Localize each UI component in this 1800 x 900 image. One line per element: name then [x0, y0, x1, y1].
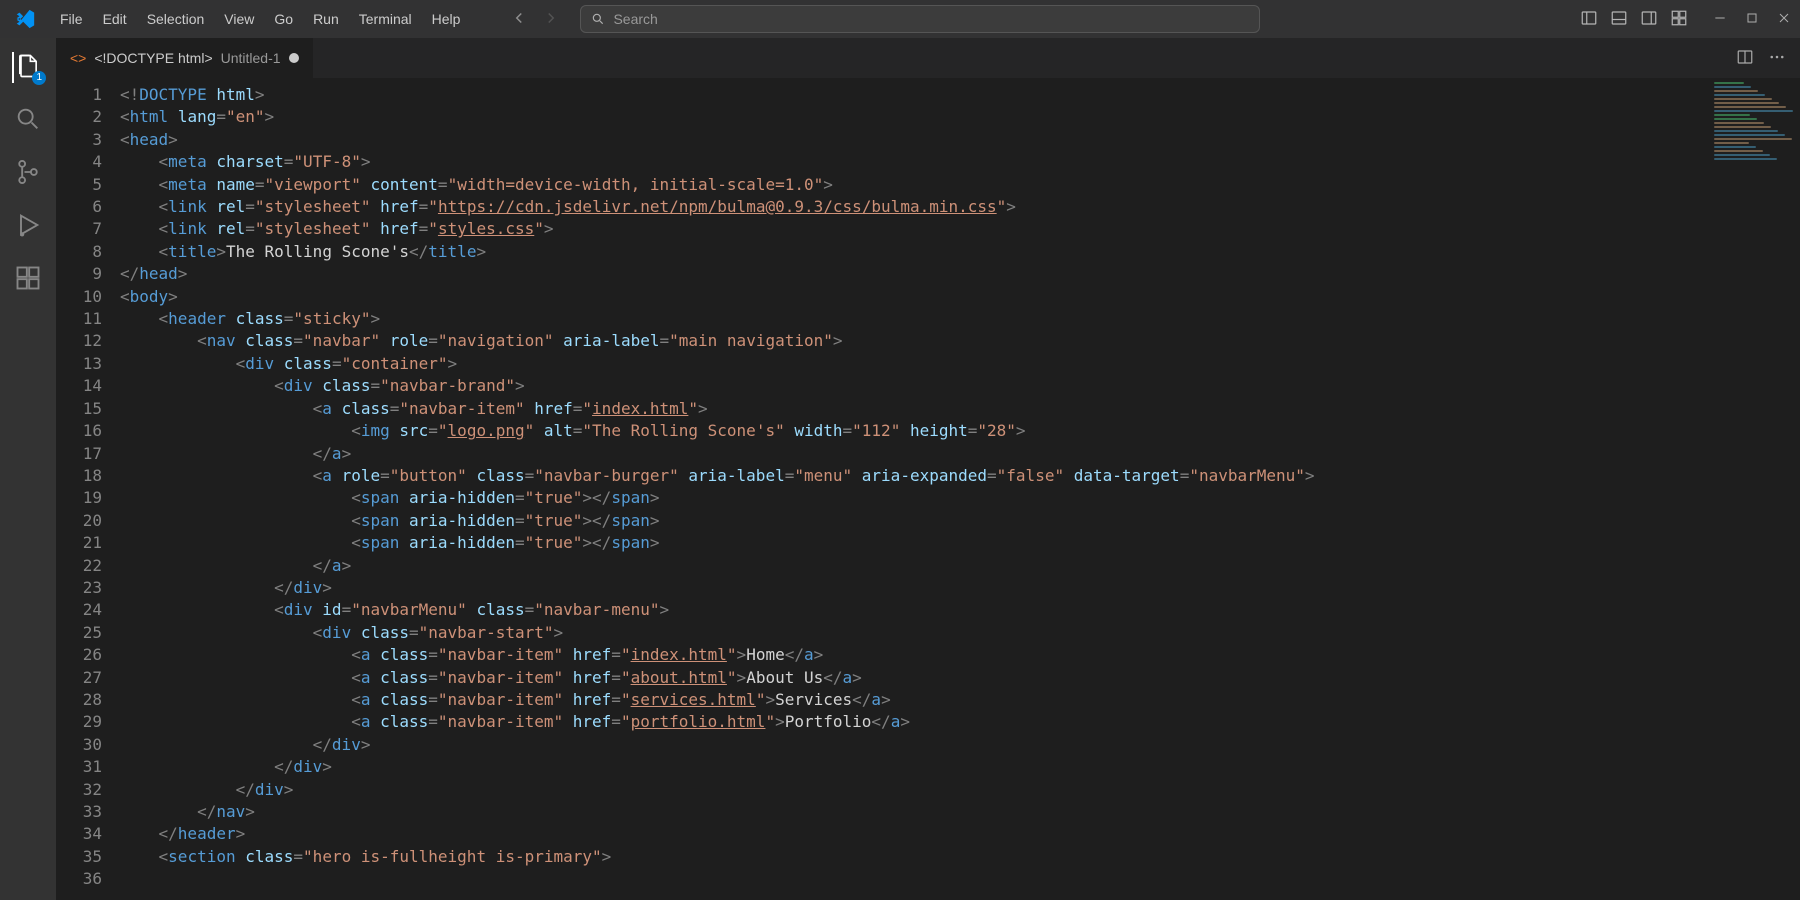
nav-buttons: [510, 9, 560, 30]
window-controls: [1712, 10, 1800, 29]
activity-bar: [0, 38, 56, 900]
nav-back-icon[interactable]: [510, 9, 528, 30]
maximize-icon[interactable]: [1744, 10, 1760, 29]
vscode-logo-icon: [0, 8, 50, 30]
menu-help[interactable]: Help: [422, 0, 471, 38]
customize-layout-icon[interactable]: [1670, 9, 1688, 30]
menu-terminal[interactable]: Terminal: [349, 0, 422, 38]
tab-untitled-1[interactable]: <> <!DOCTYPE html> Untitled-1: [56, 38, 314, 78]
editor-area: <> <!DOCTYPE html> Untitled-1 1234567891…: [56, 38, 1800, 900]
html-file-icon: <>: [70, 50, 86, 66]
menu-edit[interactable]: Edit: [93, 0, 137, 38]
unsaved-dot-icon: [289, 53, 299, 63]
menu-selection[interactable]: Selection: [137, 0, 215, 38]
toggle-secondary-sidebar-icon[interactable]: [1640, 9, 1658, 30]
title-bar: FileEditSelectionViewGoRunTerminalHelp S…: [0, 0, 1800, 38]
minimize-icon[interactable]: [1712, 10, 1728, 29]
search-icon: [591, 12, 605, 26]
layout-controls: [1580, 9, 1688, 30]
search-sidebar-icon[interactable]: [14, 105, 42, 136]
tab-filename-label: Untitled-1: [221, 50, 281, 66]
menu-file[interactable]: File: [50, 0, 93, 38]
more-actions-icon[interactable]: [1768, 48, 1786, 69]
menu-go[interactable]: Go: [264, 0, 303, 38]
code-editor[interactable]: <!DOCTYPE html><html lang="en"><head> <m…: [120, 78, 1700, 900]
close-icon[interactable]: [1776, 10, 1792, 29]
editor-tabs: <> <!DOCTYPE html> Untitled-1: [56, 38, 1800, 78]
explorer-icon[interactable]: [12, 52, 42, 83]
menu-view[interactable]: View: [214, 0, 264, 38]
line-number-gutter: 1234567891011121314151617181920212223242…: [56, 78, 120, 900]
extensions-icon[interactable]: [14, 264, 42, 295]
nav-forward-icon[interactable]: [542, 9, 560, 30]
split-editor-icon[interactable]: [1736, 48, 1754, 69]
toggle-panel-icon[interactable]: [1610, 9, 1628, 30]
minimap[interactable]: [1700, 78, 1800, 900]
toggle-sidebar-icon[interactable]: [1580, 9, 1598, 30]
search-placeholder: Search: [613, 11, 657, 27]
source-control-icon[interactable]: [14, 158, 42, 189]
menu-bar: FileEditSelectionViewGoRunTerminalHelp: [50, 0, 470, 38]
run-debug-icon[interactable]: [14, 211, 42, 242]
search-input[interactable]: Search: [580, 5, 1260, 33]
tab-doctype-label: <!DOCTYPE html>: [94, 50, 212, 66]
menu-run[interactable]: Run: [303, 0, 349, 38]
